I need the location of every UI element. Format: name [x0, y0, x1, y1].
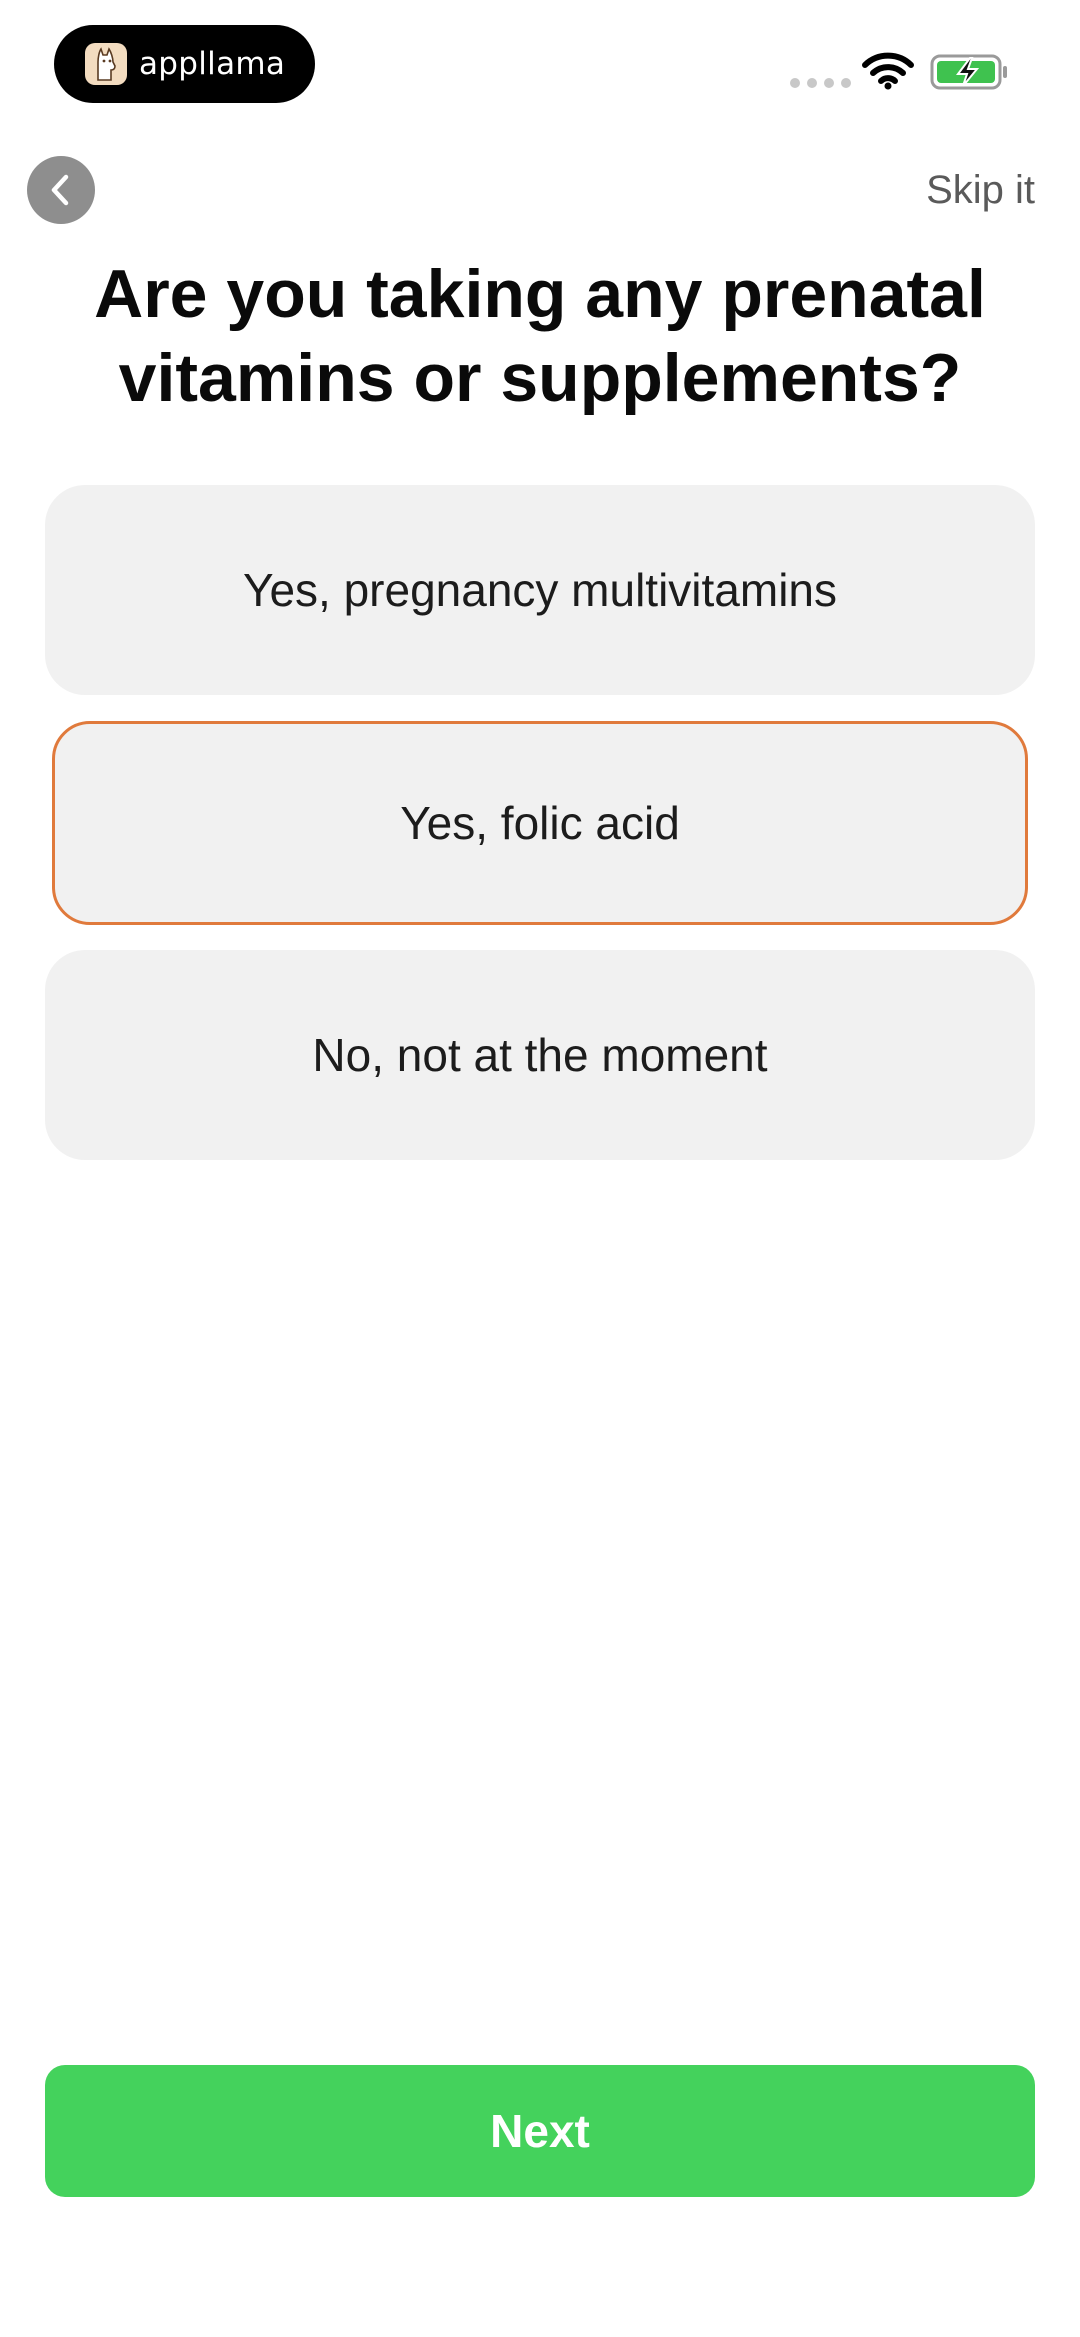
option-pregnancy-multivitamins[interactable]: Yes, pregnancy multivitamins [45, 485, 1035, 695]
chevron-left-icon [51, 174, 69, 206]
option-not-at-the-moment[interactable]: No, not at the moment [45, 950, 1035, 1160]
back-button[interactable] [27, 156, 95, 224]
skip-button[interactable]: Skip it [926, 168, 1035, 213]
next-button-label: Next [490, 2105, 590, 2157]
app-badge: appllama [54, 25, 315, 103]
option-label: Yes, pregnancy multivitamins [242, 564, 838, 616]
option-label: No, not at the moment [312, 1029, 768, 1081]
onboarding-screen: appllama Skip it Are you taking any pren… [0, 0, 1080, 2337]
question-line-2: vitamins or supplements? [118, 340, 962, 416]
wifi-icon [862, 52, 914, 95]
question-title: Are you taking any prenatal vitamins or … [60, 252, 1020, 420]
cellular-signal-icon [790, 78, 851, 88]
question-line-1: Are you taking any prenatal [94, 256, 986, 332]
battery-charging-icon [930, 53, 1010, 96]
llama-logo-icon [85, 43, 127, 85]
option-folic-acid[interactable]: Yes, folic acid [52, 721, 1028, 925]
app-badge-text: appllama [139, 46, 286, 82]
next-button[interactable]: Next [45, 2065, 1035, 2197]
option-label: Yes, folic acid [400, 797, 680, 849]
